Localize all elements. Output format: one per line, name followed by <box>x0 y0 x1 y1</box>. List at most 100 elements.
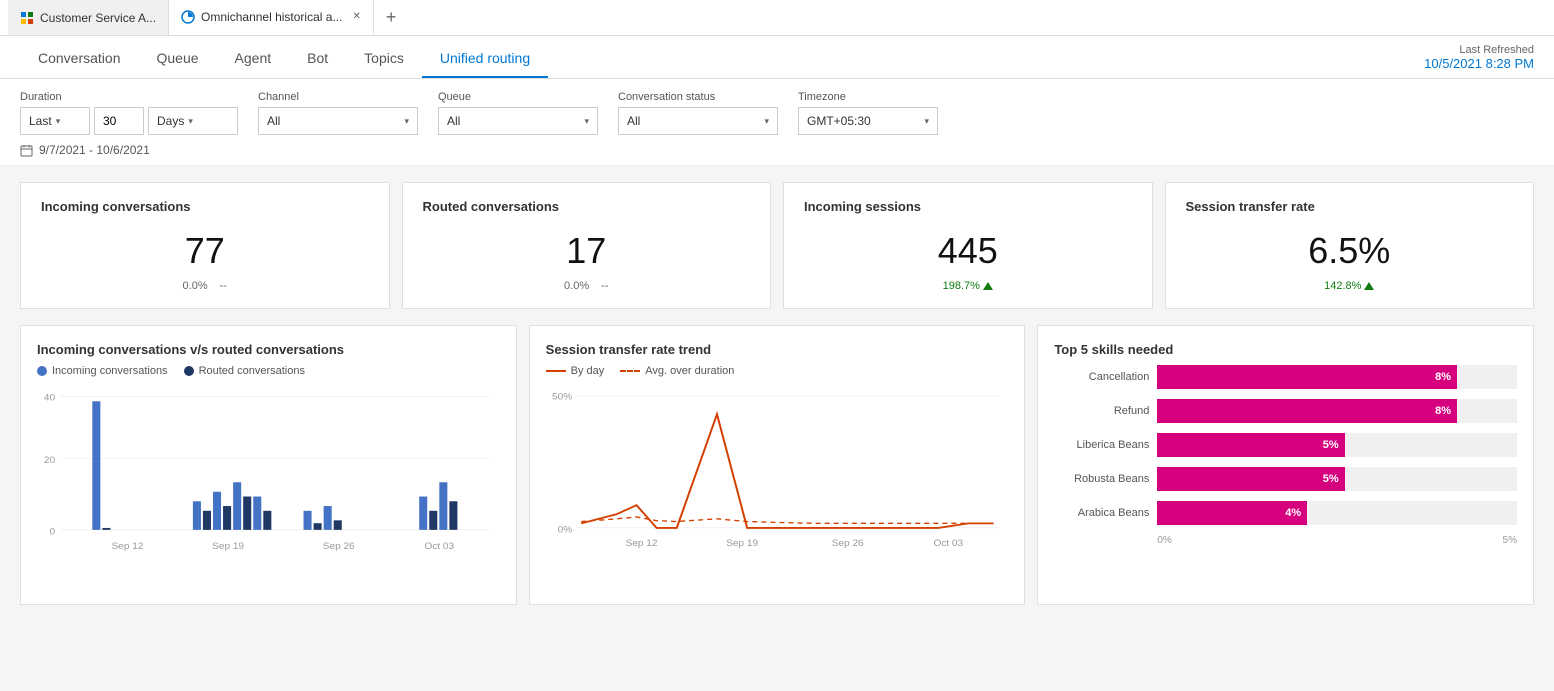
kpi-footer-0: 0.0% -- <box>41 280 369 292</box>
conversation-status-filter: Conversation status All ▾ <box>618 91 778 135</box>
nav-tabs: Conversation Queue Agent Bot Topics Unif… <box>20 36 548 78</box>
svg-text:Sep 19: Sep 19 <box>212 541 244 552</box>
last-refreshed: Last Refreshed 10/5/2021 8:28 PM <box>1424 44 1534 71</box>
hbar-chart-card: Top 5 skills needed Cancellation 8% Refu… <box>1037 325 1534 605</box>
legend-label-incoming: Incoming conversations <box>52 365 168 377</box>
duration-label: Duration <box>20 91 238 103</box>
hbar-chart: Cancellation 8% Refund 8% Liberica Beans… <box>1054 365 1517 525</box>
kpi-value-3: 6.5% <box>1186 230 1514 272</box>
hbar-pct-2: 5% <box>1323 439 1339 451</box>
line-chart-title: Session transfer rate trend <box>546 342 1009 357</box>
legend-dot-routed <box>184 366 194 376</box>
hbar-row-3: Robusta Beans 5% <box>1054 467 1517 491</box>
hbar-row-0: Cancellation 8% <box>1054 365 1517 389</box>
browser-tab-omnichannel[interactable]: Omnichannel historical a... ✕ <box>169 0 374 35</box>
tab-bot[interactable]: Bot <box>289 36 346 78</box>
hbar-label-4: Arabica Beans <box>1054 507 1149 519</box>
hbar-fill-3: 5% <box>1157 467 1344 491</box>
main-content: Incoming conversations 77 0.0% -- Routed… <box>0 166 1554 621</box>
hbar-pct-0: 8% <box>1435 371 1451 383</box>
hbar-pct-1: 8% <box>1435 405 1451 417</box>
hbar-track-3: 5% <box>1157 467 1517 491</box>
kpi-footer-1: 0.0% -- <box>423 280 751 292</box>
channel-select[interactable]: All ▾ <box>258 107 418 135</box>
tab-agent[interactable]: Agent <box>217 36 290 78</box>
conversation-status-select[interactable]: All ▾ <box>618 107 778 135</box>
svg-text:Sep 19: Sep 19 <box>726 539 758 549</box>
legend-label-avg: Avg. over duration <box>645 365 734 377</box>
line-chart-card: Session transfer rate trend By day Avg. … <box>529 325 1026 605</box>
bar-chart-legend: Incoming conversations Routed conversati… <box>37 365 500 377</box>
browser-tab-bar: Customer Service A... Omnichannel histor… <box>0 0 1554 36</box>
svg-text:Sep 12: Sep 12 <box>625 539 657 549</box>
chevron-down-icon: ▾ <box>56 116 61 127</box>
svg-text:Oct 03: Oct 03 <box>425 541 455 552</box>
filters-bar: Duration Last ▾ Days ▾ Channel All ▾ <box>0 79 1554 166</box>
kpi-pct-1: 0.0% <box>564 280 589 292</box>
legend-incoming: Incoming conversations <box>37 365 168 377</box>
calendar-icon <box>20 144 33 157</box>
hbar-track-1: 8% <box>1157 399 1517 423</box>
hbar-axis: 0% 5% <box>1054 535 1517 546</box>
charts-row: Incoming conversations v/s routed conver… <box>20 325 1534 605</box>
timezone-select[interactable]: GMT+05:30 ▾ <box>798 107 938 135</box>
hbar-label-0: Cancellation <box>1054 371 1149 383</box>
legend-by-day: By day <box>546 365 605 377</box>
duration-value-input[interactable] <box>94 107 144 135</box>
tab-label-2: Omnichannel historical a... <box>201 10 342 24</box>
queue-select[interactable]: All ▾ <box>438 107 598 135</box>
kpi-value-0: 77 <box>41 230 369 272</box>
hbar-track-0: 8% <box>1157 365 1517 389</box>
kpi-card-routed-conversations: Routed conversations 17 0.0% -- <box>402 182 772 309</box>
hbar-row-2: Liberica Beans 5% <box>1054 433 1517 457</box>
svg-text:Sep 26: Sep 26 <box>831 539 863 549</box>
kpi-title-0: Incoming conversations <box>41 199 369 214</box>
browser-tab-customer-service[interactable]: Customer Service A... <box>8 0 169 35</box>
bar-chart-card: Incoming conversations v/s routed conver… <box>20 325 517 605</box>
chevron-down-icon-5: ▾ <box>764 116 769 127</box>
legend-label-by-day: By day <box>571 365 605 377</box>
tab-queue[interactable]: Queue <box>139 36 217 78</box>
legend-dot-incoming <box>37 366 47 376</box>
kpi-footer-3: 142.8% <box>1186 280 1514 292</box>
kpi-title-3: Session transfer rate <box>1186 199 1514 214</box>
trend-up-arrow-2 <box>983 282 993 290</box>
svg-text:Oct 03: Oct 03 <box>933 539 963 549</box>
hbar-axis-0: 0% <box>1157 535 1171 546</box>
duration-unit-select[interactable]: Days ▾ <box>148 107 238 135</box>
kpi-secondary-1: -- <box>601 280 608 292</box>
line-chart-svg: 50% 0% Sep 12 Sep 19 Sep 26 Oct 03 <box>546 387 1009 587</box>
hbar-label-2: Liberica Beans <box>1054 439 1149 451</box>
date-range: 9/7/2021 - 10/6/2021 <box>20 143 1534 157</box>
hbar-pct-3: 5% <box>1323 473 1339 485</box>
legend-solid-line <box>546 370 566 372</box>
svg-text:20: 20 <box>44 455 56 466</box>
svg-text:Sep 12: Sep 12 <box>112 541 144 552</box>
svg-text:50%: 50% <box>552 392 573 402</box>
tab-label-1: Customer Service A... <box>40 11 156 25</box>
hbar-chart-title: Top 5 skills needed <box>1054 342 1517 357</box>
chevron-down-icon-6: ▾ <box>924 116 929 127</box>
hbar-fill-4: 4% <box>1157 501 1307 525</box>
svg-text:0%: 0% <box>557 525 572 535</box>
date-range-text: 9/7/2021 - 10/6/2021 <box>39 143 150 157</box>
hbar-row-4: Arabica Beans 4% <box>1054 501 1517 525</box>
tab-conversation[interactable]: Conversation <box>20 36 139 78</box>
hbar-track-2: 5% <box>1157 433 1517 457</box>
kpi-value-2: 445 <box>804 230 1132 272</box>
tab-unified-routing[interactable]: Unified routing <box>422 36 548 78</box>
nav-bar: Conversation Queue Agent Bot Topics Unif… <box>0 36 1554 79</box>
line-chart-container: 50% 0% Sep 12 Sep 19 Sep 26 Oct 03 <box>546 387 1009 587</box>
line-chart-legend: By day Avg. over duration <box>546 365 1009 377</box>
new-tab-button[interactable]: + <box>374 0 409 35</box>
tab-close-button[interactable]: ✕ <box>352 11 360 22</box>
conversation-status-label: Conversation status <box>618 91 778 103</box>
legend-avg: Avg. over duration <box>620 365 734 377</box>
chart-icon <box>181 10 195 24</box>
hbar-fill-2: 5% <box>1157 433 1344 457</box>
duration-period-select[interactable]: Last ▾ <box>20 107 90 135</box>
duration-control: Last ▾ Days ▾ <box>20 107 238 135</box>
tab-topics[interactable]: Topics <box>346 36 422 78</box>
last-refreshed-value: 10/5/2021 8:28 PM <box>1424 56 1534 71</box>
grid-icon <box>20 11 34 25</box>
